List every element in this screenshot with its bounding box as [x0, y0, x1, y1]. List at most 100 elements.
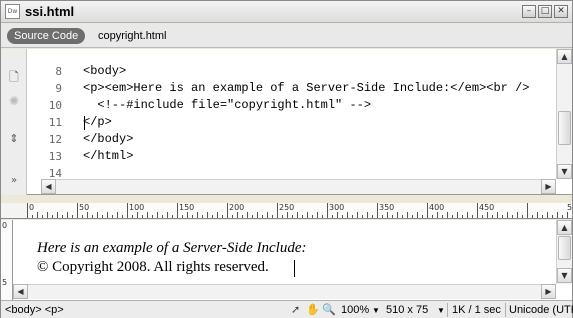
ruler-tick [482, 215, 483, 218]
code-view[interactable]: 🗋 ✺ ⇕ » 8 9 10 11 12 13 14 <body> <p><em… [1, 49, 572, 195]
design-emphasis-text[interactable]: Here is an example of a Server-Side Incl… [37, 240, 306, 257]
window-title: ssi.html [25, 4, 75, 19]
scroll-down-icon[interactable]: ▼ [557, 164, 572, 179]
design-copyright-text[interactable]: © Copyright 2008. All rights reserved. [37, 259, 269, 276]
ruler-tick [332, 215, 333, 218]
hand-tool-icon[interactable]: ✋ [306, 303, 320, 316]
ruler-tick [57, 212, 58, 218]
ruler-tick [412, 215, 413, 218]
restore-icon[interactable]: □ [538, 5, 552, 18]
tag-selector[interactable]: <body> <p> [5, 304, 64, 316]
encoding: Unicode (UTF-8) [509, 304, 573, 316]
ruler-tick [167, 212, 168, 218]
ruler-tick [422, 215, 423, 218]
ruler-tick [62, 215, 63, 218]
ruler-tick [437, 212, 438, 218]
ruler-tick [562, 215, 563, 218]
ruler-label: 350 [379, 203, 395, 212]
design-view[interactable]: 0 5 Here is an example of a Server-Side … [1, 220, 572, 300]
ruler-tick [507, 212, 508, 218]
ruler-tick [407, 212, 408, 218]
ruler-tick [352, 215, 353, 218]
select-tool-icon[interactable]: ➚ [291, 303, 300, 316]
ruler-tick [162, 215, 163, 218]
related-file-link[interactable]: copyright.html [98, 30, 166, 42]
open-documents-icon[interactable]: 🗋 [6, 69, 22, 85]
scroll-right-icon[interactable]: ▶ [541, 179, 556, 194]
scrollbar-thumb[interactable] [558, 236, 571, 260]
scroll-up-icon[interactable]: ▲ [557, 220, 572, 235]
code-line[interactable]: <body> [83, 64, 126, 78]
ruler-tick [382, 215, 383, 218]
ruler-tick [472, 215, 473, 218]
ruler-label: 0 [29, 203, 35, 212]
title-bar[interactable]: Dw ssi.html – □ ✕ [1, 1, 572, 23]
design-vertical-scrollbar[interactable]: ▲ ▼ [556, 220, 572, 284]
ruler-tick [357, 212, 358, 218]
collapse-full-tag-icon[interactable]: ⇕ [6, 131, 22, 147]
ruler-tick [512, 215, 513, 218]
download-size-time: 1K / 1 sec [452, 304, 501, 316]
ruler-tick [52, 215, 53, 218]
ruler-origin[interactable] [1, 203, 27, 219]
ruler-tick [552, 215, 553, 218]
ruler-tick [282, 215, 283, 218]
ruler-tick [452, 215, 453, 218]
ruler-tick [302, 215, 303, 218]
ruler-tick [427, 203, 428, 218]
ruler-label: 50 [79, 203, 90, 212]
ruler-tick [222, 215, 223, 218]
code-line[interactable]: <p><em>Here is an example of a Server-Si… [83, 81, 529, 95]
code-line[interactable]: <!--#include file="copyright.html" --> [83, 98, 371, 112]
code-editor[interactable]: <body> <p><em>Here is an example of a Se… [83, 49, 555, 179]
ruler-tick [122, 215, 123, 218]
minimize-icon[interactable]: – [522, 5, 536, 18]
ruler-tick [187, 212, 188, 218]
scroll-left-icon[interactable]: ◀ [41, 179, 56, 194]
code-line[interactable]: </p> [83, 115, 112, 129]
ruler-tick [232, 215, 233, 218]
ruler-label: 150 [179, 203, 195, 212]
scroll-down-icon[interactable]: ▼ [557, 268, 572, 283]
zoom-level[interactable]: 100% [341, 304, 369, 316]
code-line[interactable]: </html> [83, 149, 133, 163]
ruler-tick [537, 212, 538, 218]
window-size[interactable]: 510 x 75 [386, 304, 428, 316]
ruler-tick [217, 212, 218, 218]
ruler-tick [532, 215, 533, 218]
ruler-label: 5 [567, 203, 572, 212]
design-horizontal-scrollbar[interactable]: ◀ ▶ [13, 284, 556, 299]
show-code-navigator-icon[interactable]: ✺ [6, 93, 22, 109]
line-number: 10 [48, 99, 62, 112]
close-icon[interactable]: ✕ [554, 5, 568, 18]
more-icon[interactable]: » [6, 173, 22, 189]
source-code-button[interactable]: Source Code [7, 28, 86, 44]
chevron-down-icon[interactable]: ▼ [372, 306, 380, 315]
ruler-tick [477, 203, 478, 218]
horizontal-ruler: 0 50 100 150 200 250 300 350 400 450 5 [27, 203, 572, 219]
ruler-tick [442, 215, 443, 218]
scroll-up-icon[interactable]: ▲ [557, 49, 572, 64]
code-vertical-scrollbar[interactable]: ▲ ▼ [556, 49, 572, 179]
zoom-tool-icon[interactable]: 🔍 [322, 303, 336, 316]
scrollbar-thumb[interactable] [558, 111, 571, 145]
ruler-tick [92, 215, 93, 218]
ruler-tick [557, 212, 558, 218]
text-cursor [84, 116, 85, 130]
ruler-label: 300 [329, 203, 345, 212]
ruler-tick [257, 212, 258, 218]
code-line[interactable]: </body> [83, 132, 133, 146]
ruler-tick [362, 215, 363, 218]
ruler-tick [107, 212, 108, 218]
ruler-tick [347, 212, 348, 218]
chevron-down-icon[interactable]: ▼ [437, 306, 445, 315]
scroll-right-icon[interactable]: ▶ [541, 284, 556, 299]
ruler-tick [242, 215, 243, 218]
ruler-label: 400 [429, 203, 445, 212]
scroll-left-icon[interactable]: ◀ [13, 284, 28, 299]
ruler-tick [337, 212, 338, 218]
code-horizontal-scrollbar[interactable]: ◀ ▶ [41, 179, 556, 194]
ruler-tick [132, 215, 133, 218]
line-number-gutter: 8 9 10 11 12 13 14 [28, 49, 66, 180]
ruler-tick [227, 203, 228, 218]
